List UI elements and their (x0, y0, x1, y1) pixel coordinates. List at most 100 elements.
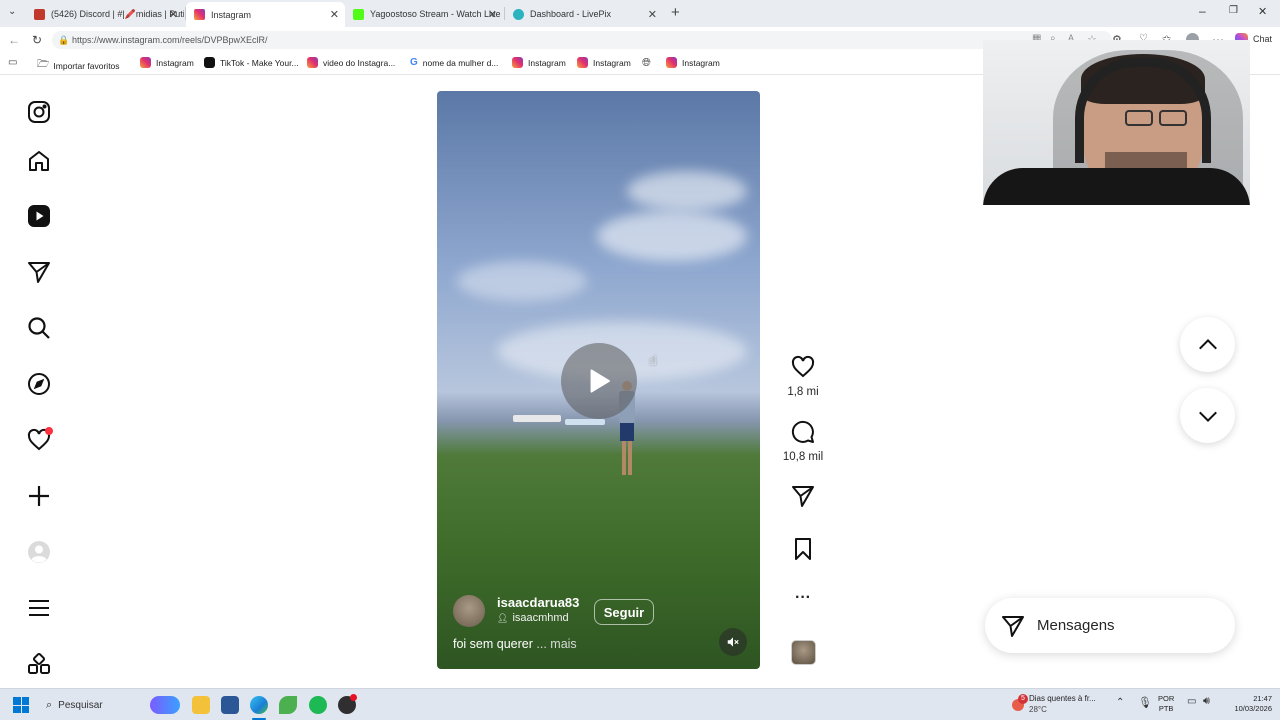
person-icon: 👤︎ (497, 612, 509, 623)
muted-speaker-icon (727, 637, 739, 647)
search-icon[interactable] (26, 315, 52, 341)
window-close-icon[interactable]: ✕ (1258, 5, 1267, 18)
caption[interactable]: foi sem querer ... mais (453, 637, 577, 651)
more-options-action[interactable]: ··· (782, 589, 824, 607)
clock[interactable]: 21:47 10/03/2026 (1222, 694, 1272, 714)
spotify-icon[interactable] (309, 696, 327, 714)
tiktok-icon (204, 57, 215, 68)
profile-icon[interactable] (26, 539, 52, 565)
follow-button[interactable]: Seguir (594, 599, 654, 625)
explore-icon[interactable] (26, 371, 52, 397)
tab-kick[interactable]: Yagoostoso Stream - Watch Live o ✕ (345, 3, 503, 25)
share-action[interactable] (782, 484, 824, 511)
instagram-icon (577, 57, 588, 68)
bookmark-instagram[interactable]: Instagram (577, 57, 631, 68)
obs-recording-dot (350, 694, 357, 701)
maximize-icon[interactable]: ❐ (1229, 5, 1238, 16)
author-avatar[interactable] (453, 595, 485, 627)
bookmark-label: Instagram (156, 57, 194, 68)
minimize-icon[interactable]: – (1199, 4, 1206, 18)
leaf-app-icon[interactable] (279, 696, 297, 714)
tab-title: Yagoostoso Stream - Watch Live o (370, 9, 503, 19)
home-icon[interactable] (26, 148, 52, 174)
chat-label[interactable]: Chat (1253, 34, 1272, 44)
site-info-icon[interactable]: 🔒 (58, 31, 69, 49)
play-button[interactable] (561, 343, 637, 419)
bookmark-web[interactable]: 🌐︎ (642, 57, 651, 70)
bookmark-import[interactable]: 🗁 Importar favoritos (37, 57, 120, 74)
keyboard-layout: PTB (1158, 704, 1174, 713)
bookmark-instagram[interactable]: Instagram (666, 57, 720, 68)
mouse-cursor: ☝︎ (649, 353, 657, 368)
reel-video[interactable]: isaacdarua83 👤︎ isaacmhmd Seguir foi sem… (437, 91, 760, 669)
search-icon: ⌕ (46, 698, 53, 711)
audio-thumbnail[interactable] (791, 640, 816, 665)
like-action[interactable]: 1,8 mi (782, 355, 824, 398)
comment-action[interactable]: 10,8 mil (782, 420, 824, 463)
microphone-icon[interactable]: 🎙︎ (1138, 696, 1152, 709)
close-tab-icon[interactable]: ✕ (488, 8, 497, 21)
search-placeholder: Pesquisar (58, 699, 103, 711)
close-tab-icon[interactable]: ✕ (169, 8, 178, 21)
bookmark-label: TikTok - Make Your... (220, 57, 299, 68)
back-icon[interactable]: ← (8, 33, 20, 47)
direct-messages-icon[interactable] (26, 259, 52, 285)
language-code: POR (1158, 694, 1175, 703)
tab-instagram[interactable]: Instagram ✕ (186, 2, 345, 27)
caption-more-link[interactable]: ... mais (536, 637, 576, 651)
volume-icon[interactable]: 🔊︎ (1203, 695, 1210, 708)
bookmark-label: video do Instagra... (323, 57, 396, 68)
notifications-heart-icon[interactable] (26, 427, 53, 453)
threads-more-apps-icon[interactable] (26, 651, 52, 677)
bookmark-video-instagram[interactable]: video do Instagra... (307, 57, 395, 68)
instagram-logo-icon[interactable] (26, 99, 52, 125)
bookmark-instagram[interactable]: Instagram (140, 57, 194, 68)
messages-label: Mensagens (1037, 617, 1115, 634)
word-icon[interactable] (221, 696, 239, 714)
sidebar-toggle-icon[interactable]: ▭ (8, 57, 17, 68)
tray-overflow-icon[interactable]: ⌃ (1116, 697, 1124, 708)
kick-icon (353, 8, 364, 20)
clock-time: 21:47 (1253, 694, 1272, 703)
weather-widget[interactable]: 5 Dias quentes à fr... 28°C (1010, 693, 1110, 717)
tab-actions-icon[interactable]: ⌄ (8, 6, 16, 17)
bookmark-tiktok[interactable]: TikTok - Make Your... (204, 57, 299, 68)
messages-button[interactable]: Mensagens (985, 598, 1235, 653)
network-icon[interactable]: ▭ (1187, 696, 1196, 707)
url-input[interactable]: 🔒 https://www.instagram.com/reels/DVPBpw… (52, 31, 1112, 49)
instagram-icon (194, 9, 205, 20)
create-plus-icon[interactable] (26, 483, 52, 509)
tab-livepix[interactable]: Dashboard - LivePix ✕ (505, 3, 663, 25)
refresh-icon[interactable]: ↻ (32, 33, 42, 47)
instagram-icon (140, 57, 151, 68)
mute-button[interactable] (719, 628, 747, 656)
bookmark-google-search[interactable]: G nome da mulher d... (410, 57, 498, 68)
notification-dot (45, 427, 53, 435)
caption-text: foi sem querer (453, 637, 533, 651)
menu-icon[interactable] (26, 595, 52, 621)
close-tab-icon[interactable]: ✕ (330, 8, 339, 21)
author-username[interactable]: isaacdarua83 (497, 595, 579, 610)
previous-reel-button[interactable] (1180, 317, 1235, 372)
close-tab-icon[interactable]: ✕ (648, 8, 657, 21)
audio-attribution[interactable]: 👤︎ isaacmhmd (497, 612, 569, 624)
play-icon (590, 369, 610, 393)
follow-label: Seguir (603, 604, 645, 620)
tab-title: Instagram (211, 9, 252, 20)
edge-icon[interactable] (250, 696, 268, 714)
globe-icon: 🌐︎ (642, 57, 651, 69)
windows-start-icon[interactable] (13, 697, 29, 713)
instagram-icon (666, 57, 677, 68)
tab-discord[interactable]: (5426) Discord | #|🖍️midias | Puti ✕ (26, 3, 184, 25)
weather-temp: 28°C (1029, 705, 1047, 714)
tab-title: (5426) Discord | #|🖍️midias | Puti (51, 8, 184, 19)
reels-icon[interactable] (26, 203, 52, 229)
bookmark-label: Instagram (528, 57, 566, 68)
search-highlight-icon[interactable] (150, 696, 180, 714)
new-tab-icon[interactable]: + (671, 4, 680, 21)
next-reel-button[interactable] (1180, 388, 1235, 443)
save-action[interactable] (782, 537, 824, 564)
language-indicator[interactable]: POR PTB (1158, 694, 1174, 714)
bookmark-instagram[interactable]: Instagram (512, 57, 566, 68)
file-explorer-icon[interactable] (192, 696, 210, 714)
